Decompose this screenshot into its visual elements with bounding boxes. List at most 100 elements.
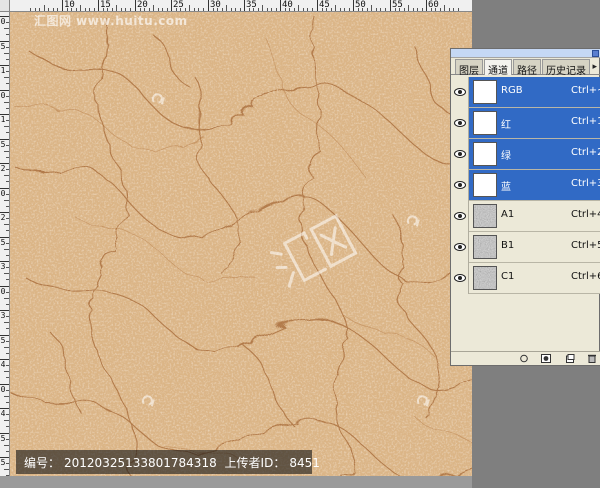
- load-selection-icon[interactable]: [519, 354, 529, 363]
- eye-icon: [454, 181, 466, 189]
- marble-texture: [10, 12, 472, 476]
- panel-menu-icon[interactable]: ▸: [592, 62, 597, 72]
- channel-name: B1: [501, 240, 515, 251]
- channel-thumbnail: [473, 204, 497, 228]
- ruler-minor-tick: [80, 5, 81, 11]
- ruler-label: 40: [282, 0, 293, 10]
- caption-id-label: 编号：: [24, 456, 61, 470]
- channel-row[interactable]: 红 Ctrl+1: [451, 108, 600, 139]
- channel-name: 蓝: [501, 182, 511, 193]
- channel-name: 绿: [501, 151, 511, 162]
- ruler-major-tick: [280, 0, 281, 11]
- channel-row[interactable]: 蓝 Ctrl+3: [451, 170, 600, 201]
- visibility-toggle[interactable]: [451, 232, 469, 263]
- visibility-toggle[interactable]: [451, 139, 469, 170]
- ruler-major-tick: [317, 0, 318, 11]
- channel-shortcut: Ctrl+3: [571, 178, 600, 189]
- visibility-toggle[interactable]: [451, 201, 469, 232]
- ruler-minor-tick: [44, 5, 45, 11]
- ruler-label: 25: [173, 0, 184, 10]
- new-channel-icon[interactable]: [565, 354, 575, 363]
- ruler-major-tick: [244, 0, 245, 11]
- ruler-label: 45: [319, 0, 330, 10]
- ruler-corner[interactable]: [0, 0, 10, 12]
- channel-row[interactable]: 绿 Ctrl+2: [451, 139, 600, 170]
- ruler-minor-tick: [444, 5, 445, 11]
- visibility-toggle[interactable]: [451, 170, 469, 201]
- ruler-label: 30: [210, 0, 221, 10]
- channel-thumbnail: [473, 173, 497, 197]
- channel-name: 红: [501, 120, 511, 131]
- ruler-minor-tick: [335, 5, 336, 11]
- eye-icon: [454, 150, 466, 158]
- ruler-major-tick: [208, 0, 209, 11]
- ruler-minor-tick: [262, 5, 263, 11]
- ruler-minor-tick: [371, 5, 372, 11]
- channel-row[interactable]: C1 Ctrl+6: [451, 263, 600, 294]
- image-caption-bar: 编号： 20120325133801784318 上传者ID： 8451: [16, 450, 320, 474]
- visibility-toggle[interactable]: [451, 108, 469, 139]
- tab-paths[interactable]: 路径: [513, 59, 541, 77]
- ruler-major-tick: [171, 0, 172, 11]
- ruler-major-tick: [135, 0, 136, 11]
- ruler-major-tick: [62, 0, 63, 11]
- channel-name: RGB: [501, 85, 523, 96]
- tab-history[interactable]: 历史记录: [542, 59, 590, 77]
- caption-id: 20120325133801784318: [64, 456, 217, 470]
- channel-thumbnail: [473, 235, 497, 259]
- ruler-minor-tick: [189, 5, 190, 11]
- channel-row[interactable]: A1 Ctrl+4: [451, 201, 600, 232]
- visibility-toggle[interactable]: [451, 77, 469, 108]
- watermark-top: 汇图网 www.huitu.com: [34, 14, 188, 28]
- channel-shortcut: Ctrl+4: [571, 209, 600, 220]
- eye-icon: [454, 88, 466, 96]
- delete-channel-icon[interactable]: [587, 354, 597, 363]
- tab-channels[interactable]: 通道: [484, 59, 512, 77]
- channel-thumbnail: [473, 266, 497, 290]
- vertical-ruler[interactable]: 0510152025303540455: [0, 12, 10, 476]
- ruler-major-tick: [353, 0, 354, 11]
- panel-footer: [451, 351, 600, 365]
- ruler-label: 35: [246, 0, 257, 10]
- ruler-minor-tick: [298, 5, 299, 11]
- ruler-label: 10: [64, 0, 75, 10]
- ruler-minor-tick: [226, 5, 227, 11]
- ruler-label: 20: [137, 0, 148, 10]
- channel-name: C1: [501, 271, 515, 282]
- horizontal-ruler[interactable]: 10 15 20 25 30 35 40 45 50 55 60: [10, 0, 472, 12]
- ruler-minor-tick: [153, 5, 154, 11]
- save-selection-icon[interactable]: [541, 354, 551, 363]
- panel-tabs: 图层 通道 路径 历史记录: [451, 59, 600, 77]
- document-canvas[interactable]: 汇图网 www.huitu.com: [10, 12, 472, 476]
- canvas-bottom-strip: [0, 476, 472, 488]
- channel-row[interactable]: RGB Ctrl+~: [451, 77, 600, 108]
- ruler-label: 60: [428, 0, 439, 10]
- panel-titlebar[interactable]: [451, 49, 600, 58]
- visibility-toggle[interactable]: [451, 263, 469, 294]
- channels-panel: 图层 通道 路径 历史记录 ▸ RGB Ctrl+~ 红 Ctrl+1 绿 Ctrl+2 蓝…: [450, 48, 600, 366]
- ruler-label: 50: [355, 0, 366, 10]
- channel-thumbnail: [473, 80, 497, 104]
- ruler-minor-tick: [408, 5, 409, 11]
- panel-close-icon[interactable]: [592, 50, 599, 57]
- channel-shortcut: Ctrl+1: [571, 116, 600, 127]
- caption-uploader: 8451: [289, 456, 320, 470]
- channel-shortcut: Ctrl+6: [571, 271, 600, 282]
- caption-uploader-label: 上传者ID：: [224, 456, 286, 470]
- ruler-major-tick: [98, 0, 99, 11]
- ruler-minor-tick: [116, 5, 117, 11]
- tab-layers[interactable]: 图层: [455, 59, 483, 77]
- eye-icon: [454, 274, 466, 282]
- channel-name: A1: [501, 209, 515, 220]
- eye-icon: [454, 243, 466, 251]
- channel-shortcut: Ctrl+2: [571, 147, 600, 158]
- eye-icon: [454, 119, 466, 127]
- ruler-label: 15: [100, 0, 111, 10]
- channel-row[interactable]: B1 Ctrl+5: [451, 232, 600, 263]
- ruler-major-tick: [426, 0, 427, 11]
- eye-icon: [454, 212, 466, 220]
- channel-shortcut: Ctrl+~: [571, 85, 600, 96]
- ruler-label: 55: [392, 0, 403, 10]
- channel-thumbnail: [473, 142, 497, 166]
- channel-shortcut: Ctrl+5: [571, 240, 600, 251]
